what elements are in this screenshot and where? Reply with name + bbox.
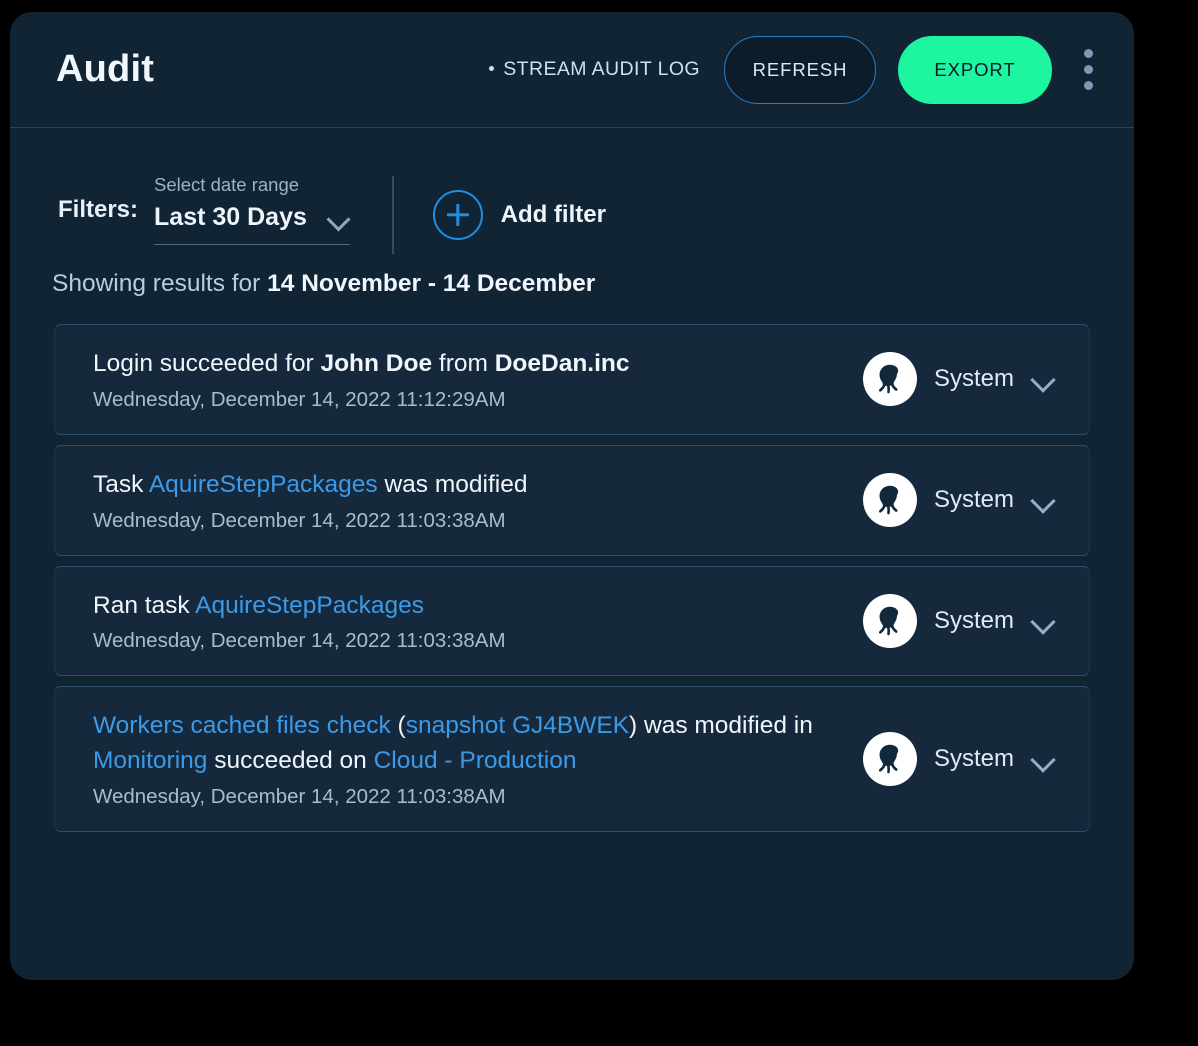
audit-text: ) was modified in	[629, 712, 813, 740]
audit-text: was modified	[377, 470, 528, 498]
results-range: 14 November - 14 December	[267, 270, 596, 297]
audit-row-content: Workers cached files check (snapshot GJ4…	[93, 709, 863, 809]
kebab-dot	[1083, 65, 1093, 74]
audit-row-content: Login succeeded for John Doe from DoeDan…	[93, 347, 863, 412]
audit-link[interactable]: AquireStepPackages	[195, 592, 424, 619]
audit-link[interactable]: Workers cached files check	[93, 712, 391, 739]
audit-text: Ran task	[93, 591, 196, 619]
audit-row[interactable]: Login succeeded for John Doe from DoeDan…	[54, 324, 1090, 435]
chevron-down-icon[interactable]	[1031, 613, 1055, 629]
audit-row-description: Workers cached files check (snapshot GJ4…	[93, 709, 843, 779]
audit-row[interactable]: Workers cached files check (snapshot GJ4…	[54, 686, 1090, 832]
filters-bar: Filters: Select date range Last 30 Days …	[10, 128, 1134, 254]
audit-list: Login succeeded for John Doe from DoeDan…	[54, 324, 1090, 832]
audit-link[interactable]: Cloud - Production	[374, 747, 577, 774]
filters-divider	[392, 176, 394, 254]
stream-audit-log-link[interactable]: STREAM AUDIT LOG	[489, 58, 700, 81]
kebab-dot	[1083, 49, 1093, 58]
date-range-filter: Select date range Last 30 Days	[154, 174, 351, 245]
audit-row-user[interactable]: System	[862, 732, 1063, 787]
refresh-button[interactable]: REFRESH	[724, 35, 876, 104]
audit-row-user[interactable]: System	[862, 352, 1063, 407]
audit-row[interactable]: Task AquireStepPackages was modified Wedn…	[54, 444, 1090, 556]
chevron-down-icon[interactable]	[1031, 492, 1055, 508]
chevron-down-icon	[328, 211, 350, 224]
audit-link[interactable]: AquireStepPackages	[149, 471, 378, 498]
audit-row-description: Ran task AquireStepPackages	[93, 589, 843, 624]
kebab-dot	[1083, 81, 1093, 90]
audit-text: succeeded on	[207, 747, 374, 775]
audit-row-description: Login succeeded for John Doe from DoeDan…	[93, 347, 843, 382]
audit-panel: Audit STREAM AUDIT LOG REFRESH EXPORT Fi…	[10, 12, 1134, 980]
add-filter-button[interactable]: Add filter	[432, 190, 606, 240]
audit-row-timestamp: Wednesday, December 14, 2022 11:03:38AM	[93, 508, 506, 532]
date-range-label: Select date range	[154, 174, 300, 195]
audit-row-user-name: System	[933, 745, 1014, 773]
audit-link[interactable]: snapshot GJ4BWEK	[406, 712, 629, 739]
more-vertical-icon[interactable]	[1074, 44, 1102, 96]
audit-row-user-name: System	[933, 606, 1014, 634]
audit-row-content: Task AquireStepPackages was modified Wedn…	[93, 468, 863, 533]
audit-row[interactable]: Ran task AquireStepPackages Wednesday, De…	[54, 565, 1090, 677]
audit-text: from	[432, 350, 495, 377]
add-filter-label: Add filter	[500, 201, 606, 228]
audit-row-user[interactable]: System	[862, 593, 1063, 648]
audit-emphasis: DoeDan.inc	[494, 350, 630, 377]
chevron-down-icon[interactable]	[1031, 751, 1055, 767]
audit-row-user-name: System	[933, 486, 1014, 514]
date-range-value: Last 30 Days	[154, 203, 307, 231]
chevron-down-icon[interactable]	[1031, 371, 1055, 387]
audit-text: (	[390, 712, 406, 740]
audit-row-user[interactable]: System	[862, 473, 1063, 528]
bullet-icon	[489, 66, 495, 71]
audit-row-content: Ran task AquireStepPackages Wednesday, De…	[93, 589, 863, 654]
header-actions: STREAM AUDIT LOG REFRESH EXPORT	[489, 35, 1102, 104]
audit-row-timestamp: Wednesday, December 14, 2022 11:12:29AM	[93, 387, 506, 411]
octopus-icon	[862, 732, 917, 787]
filters-label: Filters:	[58, 196, 139, 223]
screen-root: Audit STREAM AUDIT LOG REFRESH EXPORT Fi…	[0, 0, 1198, 1046]
date-range-select[interactable]: Last 30 Days	[154, 203, 351, 245]
plus-circle-icon	[432, 190, 483, 240]
audit-row-timestamp: Wednesday, December 14, 2022 11:03:38AM	[93, 784, 506, 808]
octopus-icon	[862, 593, 917, 648]
audit-emphasis: John Doe	[320, 350, 433, 377]
audit-link[interactable]: Monitoring	[93, 747, 207, 774]
audit-row-user-name: System	[933, 365, 1014, 393]
audit-row-timestamp: Wednesday, December 14, 2022 11:03:38AM	[93, 629, 506, 653]
audit-text: Login succeeded for	[93, 350, 321, 377]
results-summary: Showing results for 14 November - 14 Dec…	[10, 246, 1134, 298]
results-prefix: Showing results for	[52, 270, 268, 297]
octopus-icon	[862, 352, 917, 407]
panel-header: Audit STREAM AUDIT LOG REFRESH EXPORT	[10, 12, 1134, 128]
page-title: Audit	[56, 48, 155, 90]
audit-text: Task	[93, 470, 149, 498]
export-button[interactable]: EXPORT	[898, 35, 1052, 104]
octopus-icon	[862, 473, 917, 528]
audit-row-description: Task AquireStepPackages was modified	[93, 468, 843, 503]
stream-audit-log-label: STREAM AUDIT LOG	[503, 58, 700, 80]
